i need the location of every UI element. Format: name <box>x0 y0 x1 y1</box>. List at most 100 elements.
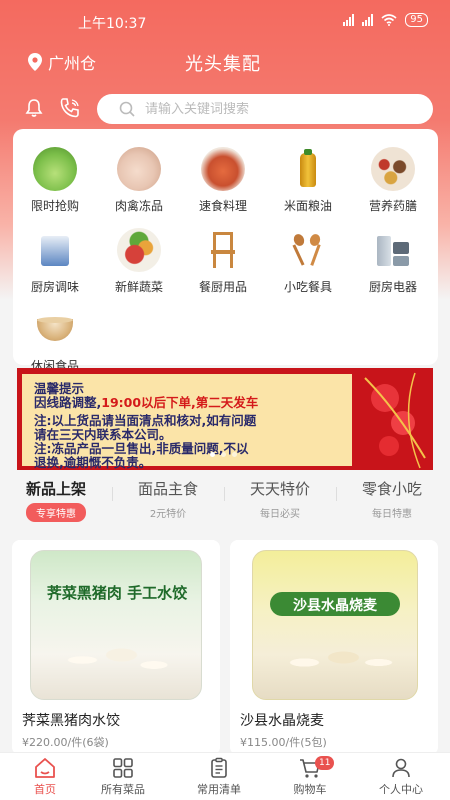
category-item[interactable]: 厨房调味 <box>15 228 95 295</box>
category-label: 营养药膳 <box>368 199 417 213</box>
bottom-nav: 首页 所有菜品 常用清单 购物车 11 个人中心 <box>0 752 450 800</box>
tab-subtitle: 专享特惠 <box>26 503 86 522</box>
notice-highlight: 19:00以后下单,第二天发车 <box>101 395 259 410</box>
tab-new-arrivals[interactable]: 新品上架 专享特惠 <box>0 478 112 522</box>
product-card[interactable]: 沙县水晶烧麦 沙县水晶烧麦 ¥115.00/件(5包) <box>230 540 438 755</box>
tab-title: 天天特价 <box>249 480 310 498</box>
notice-line: 退换,逾期慨不负责。 <box>34 455 152 470</box>
category-item[interactable]: 营养药膳 <box>353 147 433 214</box>
category-label: 餐厨用品 <box>198 280 247 294</box>
tab-subtitle: 每日必买 <box>260 509 300 520</box>
bell-icon[interactable] <box>25 98 43 118</box>
status-bar: 上午10:37 95 <box>0 0 450 44</box>
utensils-icon <box>286 228 330 272</box>
signal-icon <box>362 14 374 26</box>
battery-indicator: 95 <box>405 13 428 27</box>
product-tabs: 新品上架 专享特惠 面品主食 2元特价 天天特价 每日必买 零食小吃 每日特惠 <box>0 478 450 528</box>
grid-icon <box>113 758 133 778</box>
category-item[interactable]: 速食料理 <box>183 147 263 214</box>
tab-noodles-staples[interactable]: 面品主食 2元特价 <box>112 478 224 520</box>
category-label: 肉禽冻品 <box>114 199 163 213</box>
herbs-icon <box>371 147 415 191</box>
product-card[interactable]: 荠菜黑猪肉 手工水饺 荠菜黑猪肉水饺 ¥220.00/件(6袋) <box>12 540 220 755</box>
category-item[interactable]: 厨房电器 <box>353 228 433 295</box>
notice-panel: 温馨提示 因线路调整,19:00以后下单,第二天发车 注:以上货品请当面清点和核… <box>22 374 352 470</box>
nav-profile[interactable]: 个人中心 <box>356 757 446 797</box>
notice-title: 温馨提示 <box>34 381 85 396</box>
category-item[interactable]: 餐厨用品 <box>183 228 263 295</box>
tab-title: 面品主食 <box>137 480 198 498</box>
clipboard-icon <box>211 757 227 778</box>
phone-icon[interactable] <box>59 97 81 119</box>
notice-line-prefix: 因线路调整, <box>34 395 102 410</box>
appliances-icon <box>371 228 415 272</box>
nav-label: 所有菜品 <box>101 783 145 796</box>
location-selector[interactable]: 广州仓 <box>28 50 96 74</box>
top-bar: 广州仓 光头集配 <box>0 44 450 80</box>
product-price: ¥220.00/件(6袋) <box>22 736 109 749</box>
status-time: 上午10:37 <box>78 16 147 32</box>
soup-bowl-icon <box>33 307 77 351</box>
firecracker-decoration <box>355 368 433 470</box>
category-item[interactable]: 新鲜蔬菜 <box>99 228 179 295</box>
notice-line: 注:以上货品请当面清点和核对,如有问题 <box>34 413 257 428</box>
location-label: 广州仓 <box>48 54 97 73</box>
product-name: 沙县水晶烧麦 <box>240 713 324 729</box>
pagination-dot[interactable] <box>210 452 215 457</box>
notice-line: 请在三天内联系本公司。 <box>34 427 172 442</box>
category-label: 厨房调味 <box>30 280 79 294</box>
tab-snacks[interactable]: 零食小吃 每日特惠 <box>336 478 448 520</box>
category-label: 米面粮油 <box>283 199 332 213</box>
wifi-icon <box>381 14 397 26</box>
tab-subtitle: 2元特价 <box>149 509 187 520</box>
search-bar[interactable] <box>97 94 433 124</box>
category-label: 速食料理 <box>198 199 247 213</box>
pagination-dot[interactable] <box>232 452 237 457</box>
search-row <box>0 92 450 126</box>
category-item[interactable]: 肉禽冻品 <box>99 147 179 214</box>
nav-cart[interactable]: 购物车 11 <box>265 756 355 797</box>
product-price: ¥115.00/件(5包) <box>240 736 327 749</box>
category-label: 限时抢购 <box>30 199 79 213</box>
search-input[interactable] <box>145 101 405 117</box>
oil-bottle-icon <box>286 147 330 191</box>
category-item[interactable]: 休闲食品 <box>15 307 95 374</box>
nav-label: 常用清单 <box>197 783 241 796</box>
home-icon <box>35 758 55 778</box>
signal-icon <box>343 14 355 26</box>
category-label: 小吃餐具 <box>283 280 332 294</box>
category-label: 厨房电器 <box>368 280 417 294</box>
category-item[interactable]: 小吃餐具 <box>268 228 348 295</box>
pagination-dot[interactable] <box>221 452 226 457</box>
category-item[interactable]: 限时抢购 <box>15 147 95 214</box>
app-title: 光头集配 <box>185 54 261 75</box>
nav-label: 首页 <box>34 783 56 796</box>
category-item[interactable]: 米面粮油 <box>268 147 348 214</box>
seasoning-icon <box>33 228 77 272</box>
meat-icon <box>117 147 161 191</box>
tab-daily-specials[interactable]: 天天特价 每日必买 <box>224 478 336 520</box>
nav-label: 购物车 <box>293 783 327 796</box>
user-icon <box>392 758 410 778</box>
dish-icon <box>201 147 245 191</box>
banner-pagination <box>210 452 237 457</box>
product-package-label: 荠菜黑猪肉 手工水饺 <box>46 584 188 602</box>
nav-label: 个人中心 <box>379 783 423 796</box>
nav-all-dishes[interactable]: 所有菜品 <box>78 757 168 797</box>
tab-title: 新品上架 <box>25 480 86 498</box>
notice-line: 因线路调整,19:00以后下单,第二天发车 <box>34 396 258 410</box>
product-image: 荠菜黑猪肉 手工水饺 <box>12 540 220 705</box>
cabbage-icon <box>33 147 77 191</box>
nav-home[interactable]: 首页 <box>0 757 90 797</box>
chair-icon <box>201 228 245 272</box>
category-grid: 限时抢购 肉禽冻品 速食料理 米面粮油 营养药膳 厨房调味 新鲜蔬菜 餐厨用品 … <box>13 129 438 373</box>
product-name: 荠菜黑猪肉水饺 <box>22 713 120 729</box>
vegetables-icon <box>117 228 161 272</box>
category-label: 新鲜蔬菜 <box>114 280 163 294</box>
nav-frequent-list[interactable]: 常用清单 <box>174 757 264 797</box>
product-image: 沙县水晶烧麦 <box>230 540 438 705</box>
status-icons: 95 <box>343 13 428 27</box>
tab-subtitle: 每日特惠 <box>372 509 412 520</box>
tab-title: 零食小吃 <box>361 480 422 498</box>
product-package-label: 沙县水晶烧麦 <box>293 598 377 614</box>
